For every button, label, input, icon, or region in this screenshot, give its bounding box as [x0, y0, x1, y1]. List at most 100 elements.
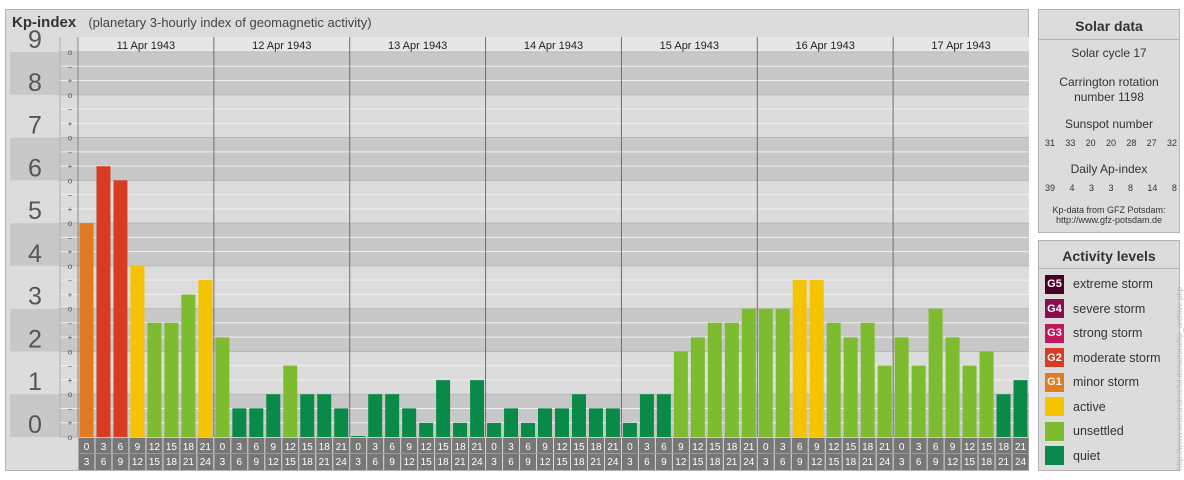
kp-bar	[130, 265, 145, 437]
ap-value: 4	[1069, 183, 1075, 193]
hour-label-start: 15	[302, 442, 314, 453]
kp-bar	[198, 280, 213, 437]
hour-label-end: 3	[899, 457, 905, 468]
day-label: 11 Apr 1943	[117, 40, 176, 52]
minor-tick-label: +	[68, 248, 73, 257]
hour-label-end: 3	[763, 457, 769, 468]
hour-label-start: 21	[336, 442, 348, 453]
hour-label-start: 12	[149, 442, 161, 453]
hour-label-end: 12	[132, 457, 144, 468]
hour-label-start: 21	[743, 442, 755, 453]
hour-label-start: 15	[981, 442, 993, 453]
hour-label-end: 24	[879, 457, 891, 468]
hour-label-end: 15	[149, 457, 161, 468]
kp-bar	[147, 322, 162, 437]
hour-label-start: 21	[607, 442, 619, 453]
sunspot-value: 31	[1045, 138, 1056, 148]
hour-label-end: 24	[1015, 457, 1027, 468]
legend-label: extreme storm	[1073, 277, 1153, 291]
hour-label-start: 18	[455, 442, 467, 453]
swatch-quiet	[1045, 446, 1064, 465]
kp-bar	[860, 322, 875, 437]
legend-item-quiet: quiet	[1045, 446, 1100, 466]
chart-title: Kp-index	[12, 14, 77, 31]
hour-label-start: 12	[692, 442, 704, 453]
hour-label-end: 15	[964, 457, 976, 468]
kp-bar	[962, 365, 977, 437]
kp-bar	[724, 322, 739, 437]
hour-label-end: 3	[355, 457, 361, 468]
activity-levels-legend: Activity levels G5 extreme storm G4 seve…	[1038, 240, 1180, 471]
credit-url: http://www.tiedesnsieteful.de/aurora/kp_…	[1175, 286, 1184, 470]
kp-bar	[487, 422, 502, 437]
hour-label-end: 3	[491, 457, 497, 468]
data-source-link[interactable]: http://www.gfz-potsdam.de	[1039, 215, 1179, 225]
chart-header: Kp-index (planetary 3-hourly index of ge…	[12, 14, 372, 31]
kp-bar	[996, 394, 1011, 437]
hour-label-start: 12	[556, 442, 568, 453]
y-band	[10, 308, 1029, 352]
carrington-rotation-line2: number 1198	[1074, 90, 1144, 104]
hour-label-end: 18	[981, 457, 993, 468]
ap-value: 14	[1147, 183, 1158, 193]
kp-bar	[979, 351, 994, 437]
hour-label-start: 15	[573, 442, 585, 453]
y-band	[10, 94, 1029, 138]
y-band	[10, 137, 1029, 181]
kp-bar	[368, 394, 383, 437]
y-tick-label: 8	[28, 69, 42, 97]
ap-value: 8	[1127, 183, 1133, 193]
hour-label-end: 24	[472, 457, 484, 468]
minor-tick-label: –	[68, 62, 73, 71]
ap-value: 39	[1045, 183, 1056, 193]
swatch-g2: G2	[1045, 348, 1064, 367]
hour-label-end: 9	[254, 457, 260, 468]
hour-label-start: 9	[135, 442, 141, 453]
hour-label-end: 9	[525, 457, 531, 468]
minor-tick-label: +	[68, 205, 73, 214]
minor-tick-label: +	[68, 376, 73, 385]
sunspot-values: 31 33 20 20 28 27 32	[1045, 138, 1177, 148]
kp-bar	[792, 280, 807, 437]
kp-bar	[758, 308, 773, 437]
kp-bar	[707, 322, 722, 437]
hour-label-start: 9	[271, 442, 277, 453]
hour-label-start: 9	[950, 442, 956, 453]
minor-tick-label: o	[68, 48, 73, 57]
hour-label-start: 21	[200, 442, 212, 453]
hour-label-start: 12	[964, 442, 976, 453]
kp-bar	[928, 308, 943, 437]
y-tick-label: 6	[28, 154, 42, 182]
minor-tick-label: –	[68, 404, 73, 413]
legend-label: moderate storm	[1073, 350, 1161, 365]
legend-item-severe-storm: G4 severe storm	[1045, 299, 1145, 319]
day-label: 14 Apr 1943	[524, 40, 583, 52]
hour-label-start: 3	[372, 442, 378, 453]
hour-label-start: 0	[763, 442, 769, 453]
hour-label-start: 12	[285, 442, 297, 453]
day-label: 12 Apr 1943	[252, 40, 311, 52]
hour-label-start: 21	[879, 442, 891, 453]
hour-label-end: 21	[319, 457, 331, 468]
hour-label-start: 18	[726, 442, 738, 453]
minor-tick-label: o	[68, 219, 73, 228]
hour-label-end: 6	[101, 457, 107, 468]
kp-bar	[164, 322, 179, 437]
hour-label-end: 3	[84, 457, 90, 468]
hour-label-start: 0	[899, 442, 905, 453]
minor-tick-label: o	[68, 390, 73, 399]
kp-bar	[555, 408, 569, 437]
hour-label-start: 15	[438, 442, 450, 453]
legend-item-unsettled: unsettled	[1045, 421, 1124, 441]
kp-bar	[639, 394, 654, 437]
hour-label-start: 0	[220, 442, 226, 453]
hour-label-end: 18	[302, 457, 314, 468]
legend-title: Activity levels	[1062, 248, 1156, 264]
hour-label-start: 3	[916, 442, 922, 453]
minor-tick-label: +	[68, 333, 73, 342]
hour-label-end: 24	[336, 457, 348, 468]
y-tick-label: 1	[28, 368, 42, 396]
ap-value: 8	[1171, 183, 1177, 193]
kp-bar	[622, 422, 637, 437]
hour-label-end: 18	[709, 457, 721, 468]
